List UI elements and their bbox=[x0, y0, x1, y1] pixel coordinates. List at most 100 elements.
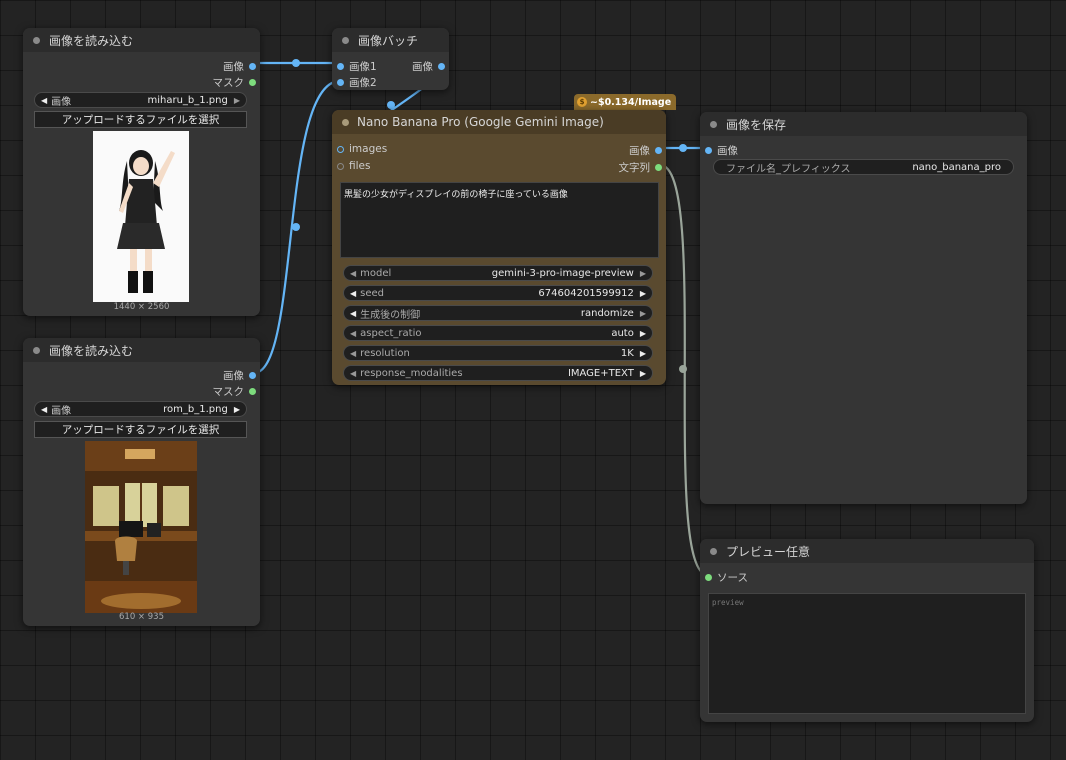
widget-label: model bbox=[360, 267, 392, 279]
link-midpoint bbox=[292, 223, 300, 231]
collapse-dot-icon[interactable] bbox=[33, 347, 40, 354]
node-title[interactable]: 画像を読み込む bbox=[23, 28, 260, 52]
node-title[interactable]: 画像を保存 bbox=[700, 112, 1027, 136]
output-mask-slot[interactable]: マスク bbox=[213, 75, 256, 90]
input-dot-icon[interactable] bbox=[705, 147, 712, 154]
node-title-text: プレビュー任意 bbox=[726, 544, 811, 559]
input-files-slot[interactable]: files bbox=[337, 160, 370, 172]
output-dot-icon[interactable] bbox=[655, 147, 662, 154]
image-size-label: 610 × 935 bbox=[119, 612, 164, 622]
node-title-text: Nano Banana Pro (Google Gemini Image) bbox=[357, 115, 604, 129]
output-dot-icon[interactable] bbox=[655, 164, 662, 171]
image-batch-node[interactable]: 画像バッチ 画像1 画像2 画像 bbox=[332, 28, 449, 90]
input-image1-slot[interactable]: 画像1 bbox=[337, 59, 377, 74]
widget-label: 生成後の制御 bbox=[360, 309, 421, 321]
output-dot-icon[interactable] bbox=[249, 63, 256, 70]
arrow-left-icon[interactable]: ◀ bbox=[350, 369, 356, 378]
collapse-dot-icon[interactable] bbox=[710, 121, 717, 128]
save-image-node[interactable]: 画像を保存 画像 ファイル名_プレフィックス nano_banana_pro bbox=[700, 112, 1027, 504]
output-image-slot[interactable]: 画像 bbox=[629, 143, 662, 158]
node-title-text: 画像を読み込む bbox=[49, 33, 134, 48]
girl-image bbox=[117, 150, 175, 293]
widget-value: IMAGE+TEXT bbox=[567, 367, 634, 379]
arrow-right-icon[interactable]: ▶ bbox=[640, 269, 646, 278]
collapse-dot-icon[interactable] bbox=[33, 37, 40, 44]
slot-label: 画像 bbox=[223, 370, 244, 382]
input-source-slot[interactable]: ソース bbox=[705, 570, 748, 585]
arrow-left-icon[interactable]: ◀ bbox=[350, 289, 356, 298]
prompt-textarea[interactable]: 黒髪の少女がディスプレイの前の椅子に座っている画像 bbox=[340, 182, 659, 258]
link-midpoint bbox=[679, 144, 687, 152]
arrow-left-icon[interactable]: ◀ bbox=[350, 309, 356, 318]
control-after-generate-widget[interactable]: ◀ 生成後の制御 randomize ▶ bbox=[343, 305, 653, 321]
arrow-right-icon[interactable]: ▶ bbox=[640, 369, 646, 378]
node-title[interactable]: 画像を読み込む bbox=[23, 338, 260, 362]
slot-label: 画像2 bbox=[349, 77, 377, 89]
input-dot-icon[interactable] bbox=[337, 63, 344, 70]
link-midpoint bbox=[679, 365, 687, 373]
arrow-left-icon[interactable]: ◀ bbox=[350, 329, 356, 338]
output-dot-icon[interactable] bbox=[249, 372, 256, 379]
arrow-right-icon[interactable]: ▶ bbox=[640, 289, 646, 298]
output-image-slot[interactable]: 画像 bbox=[412, 59, 445, 74]
image-preview bbox=[93, 131, 189, 302]
output-mask-slot[interactable]: マスク bbox=[212, 384, 256, 399]
slot-label: マスク bbox=[212, 386, 245, 398]
collapse-dot-icon[interactable] bbox=[710, 548, 717, 555]
arrow-right-icon[interactable]: ▶ bbox=[640, 349, 646, 358]
output-dot-icon[interactable] bbox=[249, 79, 256, 86]
widget-label: 画像 bbox=[51, 96, 72, 108]
response-modalities-widget[interactable]: ◀ response_modalities IMAGE+TEXT ▶ bbox=[343, 365, 653, 381]
arrow-right-icon[interactable]: ▶ bbox=[640, 309, 646, 318]
model-select-widget[interactable]: ◀ model gemini-3-pro-image-preview ▶ bbox=[343, 265, 653, 281]
arrow-right-icon[interactable]: ▶ bbox=[234, 96, 240, 105]
slot-label: files bbox=[349, 160, 371, 172]
upload-file-button[interactable]: アップロードするファイルを選択 bbox=[34, 111, 247, 128]
cost-badge: $ ~$0.134/Image bbox=[574, 94, 677, 110]
widget-label: ファイル名_プレフィックス bbox=[726, 163, 851, 175]
widget-value: rom_b_1.png bbox=[163, 403, 228, 415]
output-image-slot[interactable]: 画像 bbox=[223, 59, 256, 74]
upload-file-button[interactable]: アップロードするファイルを選択 bbox=[34, 421, 247, 438]
node-title[interactable]: プレビュー任意 bbox=[700, 539, 1034, 563]
preview-textarea[interactable]: preview bbox=[708, 593, 1026, 714]
node-title[interactable]: Nano Banana Pro (Google Gemini Image) bbox=[332, 110, 666, 134]
cost-badge-text: ~$0.134/Image bbox=[590, 96, 672, 108]
resolution-widget[interactable]: ◀ resolution 1K ▶ bbox=[343, 345, 653, 361]
slot-label: 画像 bbox=[412, 61, 433, 73]
input-image2-slot[interactable]: 画像2 bbox=[337, 75, 377, 90]
node-title-text: 画像バッチ bbox=[358, 33, 419, 48]
output-dot-icon[interactable] bbox=[249, 388, 256, 395]
input-dot-icon[interactable] bbox=[337, 145, 344, 153]
image-select-widget[interactable]: ◀ 画像 miharu_b_1.png ▶ bbox=[34, 92, 247, 108]
arrow-left-icon[interactable]: ◀ bbox=[350, 349, 356, 358]
aspect-ratio-widget[interactable]: ◀ aspect_ratio auto ▶ bbox=[343, 325, 653, 341]
seed-number-widget[interactable]: ◀ seed 674604201599912 ▶ bbox=[343, 285, 653, 301]
output-string-slot[interactable]: 文字列 bbox=[618, 160, 662, 175]
nano-banana-pro-node[interactable]: Nano Banana Pro (Google Gemini Image) im… bbox=[332, 110, 666, 385]
arrow-right-icon[interactable]: ▶ bbox=[234, 405, 240, 414]
input-dot-icon[interactable] bbox=[705, 574, 712, 581]
arrow-left-icon[interactable]: ◀ bbox=[41, 96, 47, 105]
collapse-dot-icon[interactable] bbox=[342, 37, 349, 44]
input-image-slot[interactable]: 画像 bbox=[705, 143, 738, 158]
arrow-left-icon[interactable]: ◀ bbox=[350, 269, 356, 278]
collapse-dot-icon[interactable] bbox=[342, 119, 349, 126]
output-dot-icon[interactable] bbox=[438, 63, 445, 70]
preview-any-node[interactable]: プレビュー任意 ソース preview bbox=[700, 539, 1034, 722]
slot-label: 画像 bbox=[629, 145, 650, 157]
input-dot-icon[interactable] bbox=[337, 79, 344, 86]
arrow-left-icon[interactable]: ◀ bbox=[41, 405, 47, 414]
image-select-widget[interactable]: ◀ 画像 rom_b_1.png ▶ bbox=[34, 401, 247, 417]
load-image-node-2[interactable]: 画像を読み込む 画像 マスク ◀ 画像 rom_b_1.png ▶ アップロード… bbox=[23, 338, 260, 626]
filename-prefix-widget[interactable]: ファイル名_プレフィックス nano_banana_pro bbox=[713, 159, 1014, 175]
output-image-slot[interactable]: 画像 bbox=[223, 368, 256, 383]
input-images-slot[interactable]: images bbox=[337, 143, 387, 155]
slot-label: 文字列 bbox=[618, 162, 651, 174]
input-dot-icon[interactable] bbox=[337, 162, 344, 170]
arrow-right-icon[interactable]: ▶ bbox=[640, 329, 646, 338]
widget-label: 画像 bbox=[51, 405, 72, 417]
node-title[interactable]: 画像バッチ bbox=[332, 28, 449, 52]
load-image-node-1[interactable]: 画像を読み込む 画像 マスク ◀ 画像 miharu_b_1.png ▶ アップ… bbox=[23, 28, 260, 316]
widget-value: randomize bbox=[580, 307, 634, 319]
